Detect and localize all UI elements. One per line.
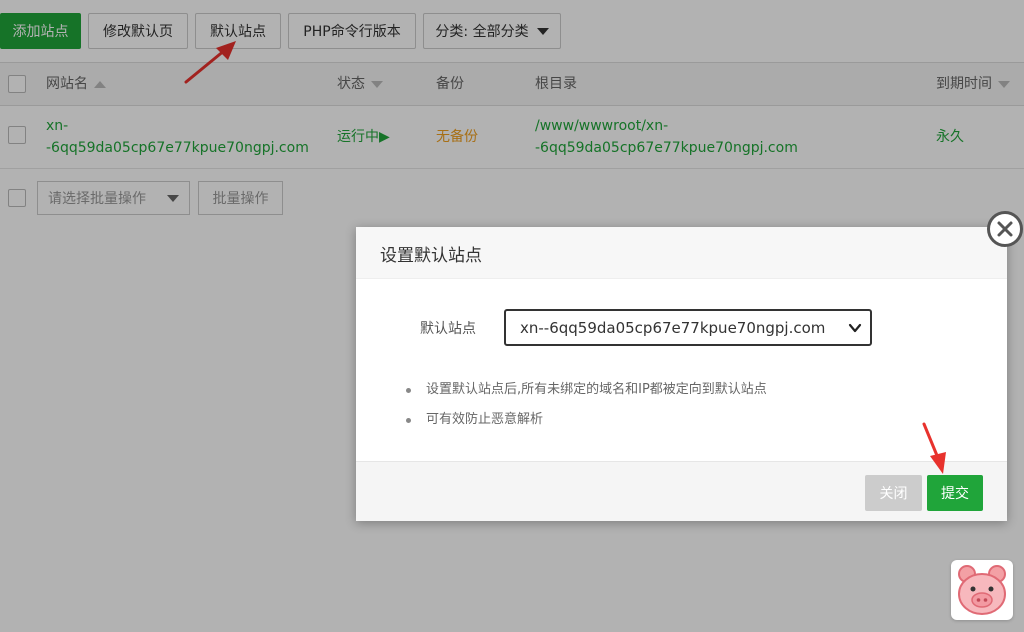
tip-text: 设置默认站点后,所有未绑定的域名和IP都被定向到默认站点 bbox=[426, 382, 767, 397]
close-icon bbox=[997, 221, 1013, 237]
default-site-selected-value: xn--6qq59da05cp67e77kpue70ngpj.com bbox=[520, 318, 826, 337]
dialog-close-button[interactable] bbox=[987, 211, 1023, 247]
dialog-tips: 设置默认站点后,所有未绑定的域名和IP都被定向到默认站点 可有效防止恶意解析 bbox=[404, 379, 767, 439]
dialog-title: 设置默认站点 bbox=[380, 246, 482, 266]
default-site-label: 默认站点 bbox=[420, 321, 476, 337]
default-site-select[interactable]: xn--6qq59da05cp67e77kpue70ngpj.com bbox=[504, 309, 872, 346]
dialog-footer: 关闭 提交 bbox=[356, 461, 1007, 521]
bullet-icon bbox=[406, 388, 411, 393]
set-default-site-dialog: 设置默认站点 默认站点 xn--6qq59da05cp67e77kpue70ng… bbox=[356, 227, 1007, 521]
pig-icon bbox=[958, 565, 1006, 615]
tip-text: 可有效防止恶意解析 bbox=[426, 412, 544, 427]
mascot-widget[interactable] bbox=[951, 560, 1013, 620]
close-button[interactable]: 关闭 bbox=[865, 475, 922, 511]
bullet-icon bbox=[406, 418, 411, 423]
chevron-down-icon bbox=[848, 323, 862, 333]
tip-item: 设置默认站点后,所有未绑定的域名和IP都被定向到默认站点 bbox=[404, 379, 767, 409]
dialog-header: 设置默认站点 bbox=[356, 227, 1007, 279]
tip-item: 可有效防止恶意解析 bbox=[404, 409, 767, 439]
submit-button[interactable]: 提交 bbox=[927, 475, 983, 511]
